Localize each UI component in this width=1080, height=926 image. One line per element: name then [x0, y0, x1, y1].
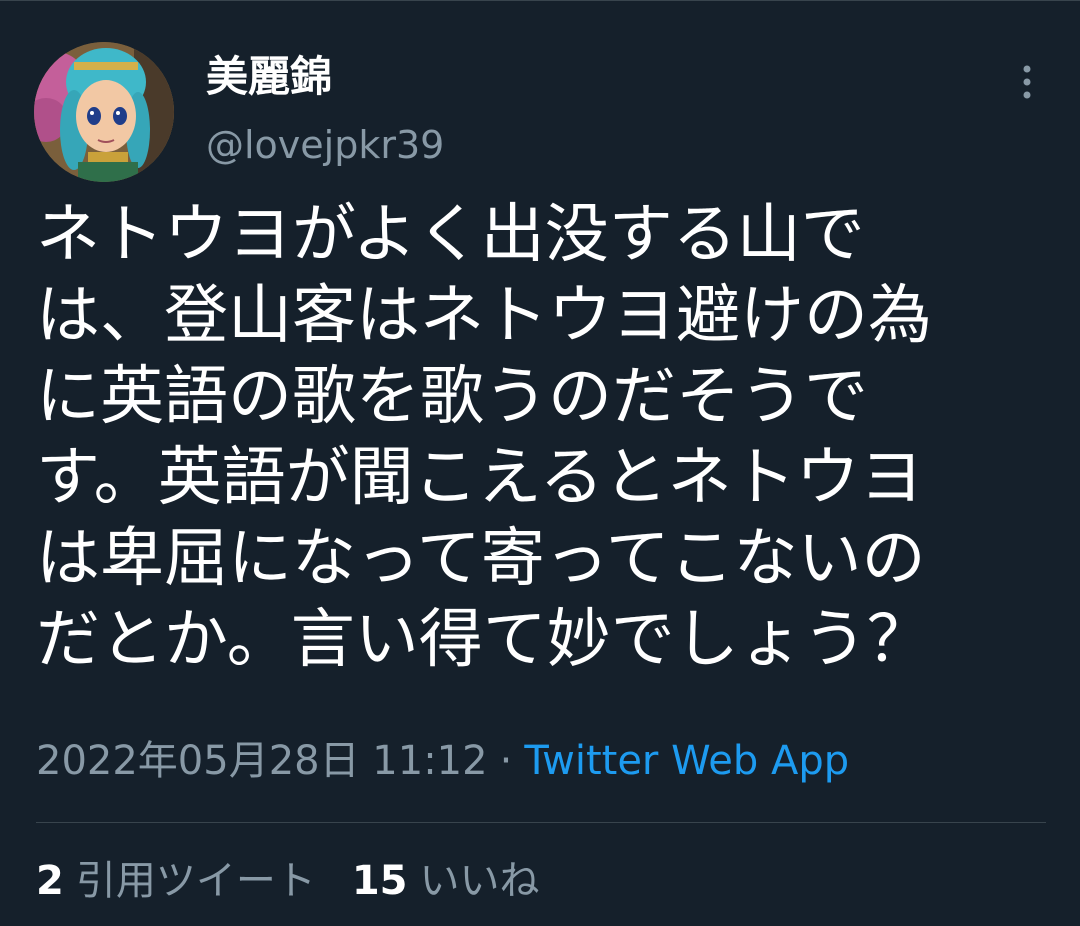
avatar-image	[34, 42, 174, 182]
likes-stat[interactable]: 15 いいね	[352, 856, 540, 906]
quote-tweets-stat[interactable]: 2 引用ツイート	[36, 856, 316, 906]
author-display-name[interactable]: 美麗錦	[206, 52, 332, 102]
quote-count: 2	[36, 858, 64, 904]
like-label: いいね	[419, 858, 540, 904]
tweet-text-line: ネトウヨがよく出没する山で	[36, 198, 865, 272]
more-button[interactable]	[1002, 56, 1052, 106]
avatar[interactable]	[34, 42, 174, 182]
tweet-text-line: す。英語が聞こえるとネトウヨ	[36, 441, 924, 515]
tweet-source-link[interactable]: Twitter Web App	[524, 738, 849, 784]
meta-separator: ·	[499, 738, 513, 784]
more-vertical-icon	[1023, 65, 1031, 99]
tweet-text-line: は卑屈になって寄ってこないの	[36, 522, 926, 596]
tweet-meta: 2022年05月28日 11:12 · Twitter Web App	[36, 736, 849, 786]
quote-label: 引用ツイート	[75, 858, 316, 904]
tweet-text: ネトウヨがよく出没する山で は、登山客はネトウヨ避けの為 に英語の歌を歌うのだそ…	[36, 195, 1036, 681]
tweet-detail: 美麗錦 @lovejpkr39 ネトウヨがよく出没する山で は、登山客はネトウヨ…	[0, 0, 1080, 926]
tweet-text-line: は、登山客はネトウヨ避けの為	[36, 279, 932, 353]
tweet-text-line: に英語の歌を歌うのだそうで	[36, 360, 868, 434]
tweet-text-line: だとか。言い得て妙でしょう？	[36, 603, 931, 677]
like-count: 15	[351, 858, 408, 904]
author-handle[interactable]: @lovejpkr39	[206, 122, 444, 168]
tweet-stats: 2 引用ツイート 15 いいね	[36, 856, 540, 906]
stats-divider	[36, 822, 1046, 823]
tweet-timestamp[interactable]: 2022年05月28日 11:12	[36, 738, 488, 784]
